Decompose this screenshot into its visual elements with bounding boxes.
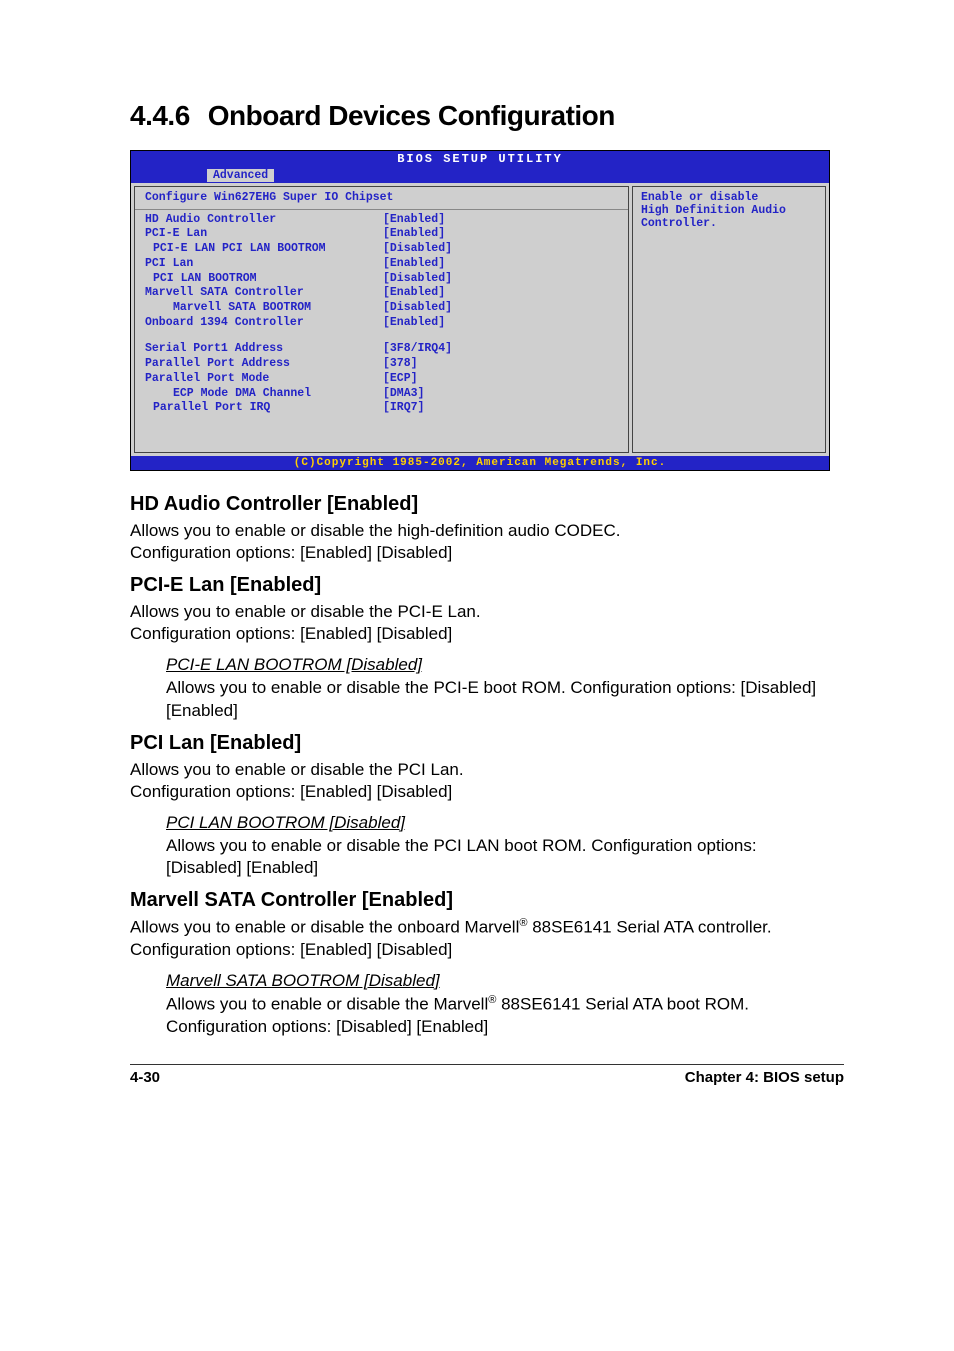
subitem-desc: Allows you to enable or disable the PCI … [166,835,834,879]
bios-item: ECP Mode DMA Channel[DMA3] [145,387,618,402]
bios-item: Marvell SATA BOOTROM[Disabled] [145,301,618,316]
subitem-desc: Allows you to enable or disable the PCI-… [166,677,834,721]
bios-item: PCI Lan[Enabled] [145,257,618,272]
subitem-desc: Allows you to enable or disable the Marv… [166,993,834,1038]
bios-item: Parallel Port Mode[ECP] [145,372,618,387]
bios-item: Parallel Port Address[378] [145,357,618,372]
bios-tab-advanced: Advanced [207,169,274,182]
bios-help-line: Enable or disable [641,191,817,204]
item-desc: Allows you to enable or disable the onbo… [130,916,844,961]
bios-help-panel: Enable or disable High Definition Audio … [632,186,826,453]
bios-item: Parallel Port IRQ[IRQ7] [145,401,618,416]
bios-item: Marvell SATA Controller[Enabled] [145,286,618,301]
section-number: 4.4.6 [130,100,190,131]
subitem-block: PCI-E LAN BOOTROM [Disabled] Allows you … [130,655,844,721]
chapter-label: Chapter 4: BIOS setup [685,1069,844,1086]
bios-item: Serial Port1 Address[3F8/IRQ4] [145,342,618,357]
bios-item: HD Audio Controller[Enabled] [145,213,618,228]
subitem-heading: PCI LAN BOOTROM [Disabled] [166,813,834,833]
bios-left-panel: Configure Win627EHG Super IO Chipset HD … [134,186,629,453]
bios-copyright: (C)Copyright 1985-2002, American Megatre… [131,456,829,470]
item-heading-pcie-lan: PCI-E Lan [Enabled] [130,574,844,597]
bios-item: Onboard 1394 Controller[Enabled] [145,316,618,331]
bios-item: PCI-E LAN PCI LAN BOOTROM[Disabled] [145,242,618,257]
page-footer: 4-30 Chapter 4: BIOS setup [130,1064,844,1086]
subitem-heading: Marvell SATA BOOTROM [Disabled] [166,971,834,991]
subitem-heading: PCI-E LAN BOOTROM [Disabled] [166,655,834,675]
bios-item: PCI LAN BOOTROM[Disabled] [145,272,618,287]
bios-title: BIOS SETUP UTILITY [131,151,829,167]
section-title-text: Onboard Devices Configuration [208,100,615,131]
bios-divider [135,209,628,210]
bios-help-line: Controller. [641,217,817,230]
item-heading-marvell-sata: Marvell SATA Controller [Enabled] [130,889,844,912]
bios-item: PCI-E Lan[Enabled] [145,227,618,242]
page-number: 4-30 [130,1069,160,1086]
item-desc: Allows you to enable or disable the PCI … [130,759,844,803]
subitem-block: Marvell SATA BOOTROM [Disabled] Allows y… [130,971,844,1038]
bios-subheading: Configure Win627EHG Super IO Chipset [145,191,618,206]
item-heading-pci-lan: PCI Lan [Enabled] [130,732,844,755]
item-desc: Allows you to enable or disable the high… [130,520,844,564]
item-desc: Allows you to enable or disable the PCI-… [130,601,844,645]
bios-screenshot: BIOS SETUP UTILITY Advanced Configure Wi… [130,150,830,471]
bios-help-line: High Definition Audio [641,204,817,217]
bios-tab-row: Advanced [131,167,829,183]
section-heading: 4.4.6 Onboard Devices Configuration [130,100,844,132]
subitem-block: PCI LAN BOOTROM [Disabled] Allows you to… [130,813,844,879]
item-heading-hd-audio: HD Audio Controller [Enabled] [130,493,844,516]
